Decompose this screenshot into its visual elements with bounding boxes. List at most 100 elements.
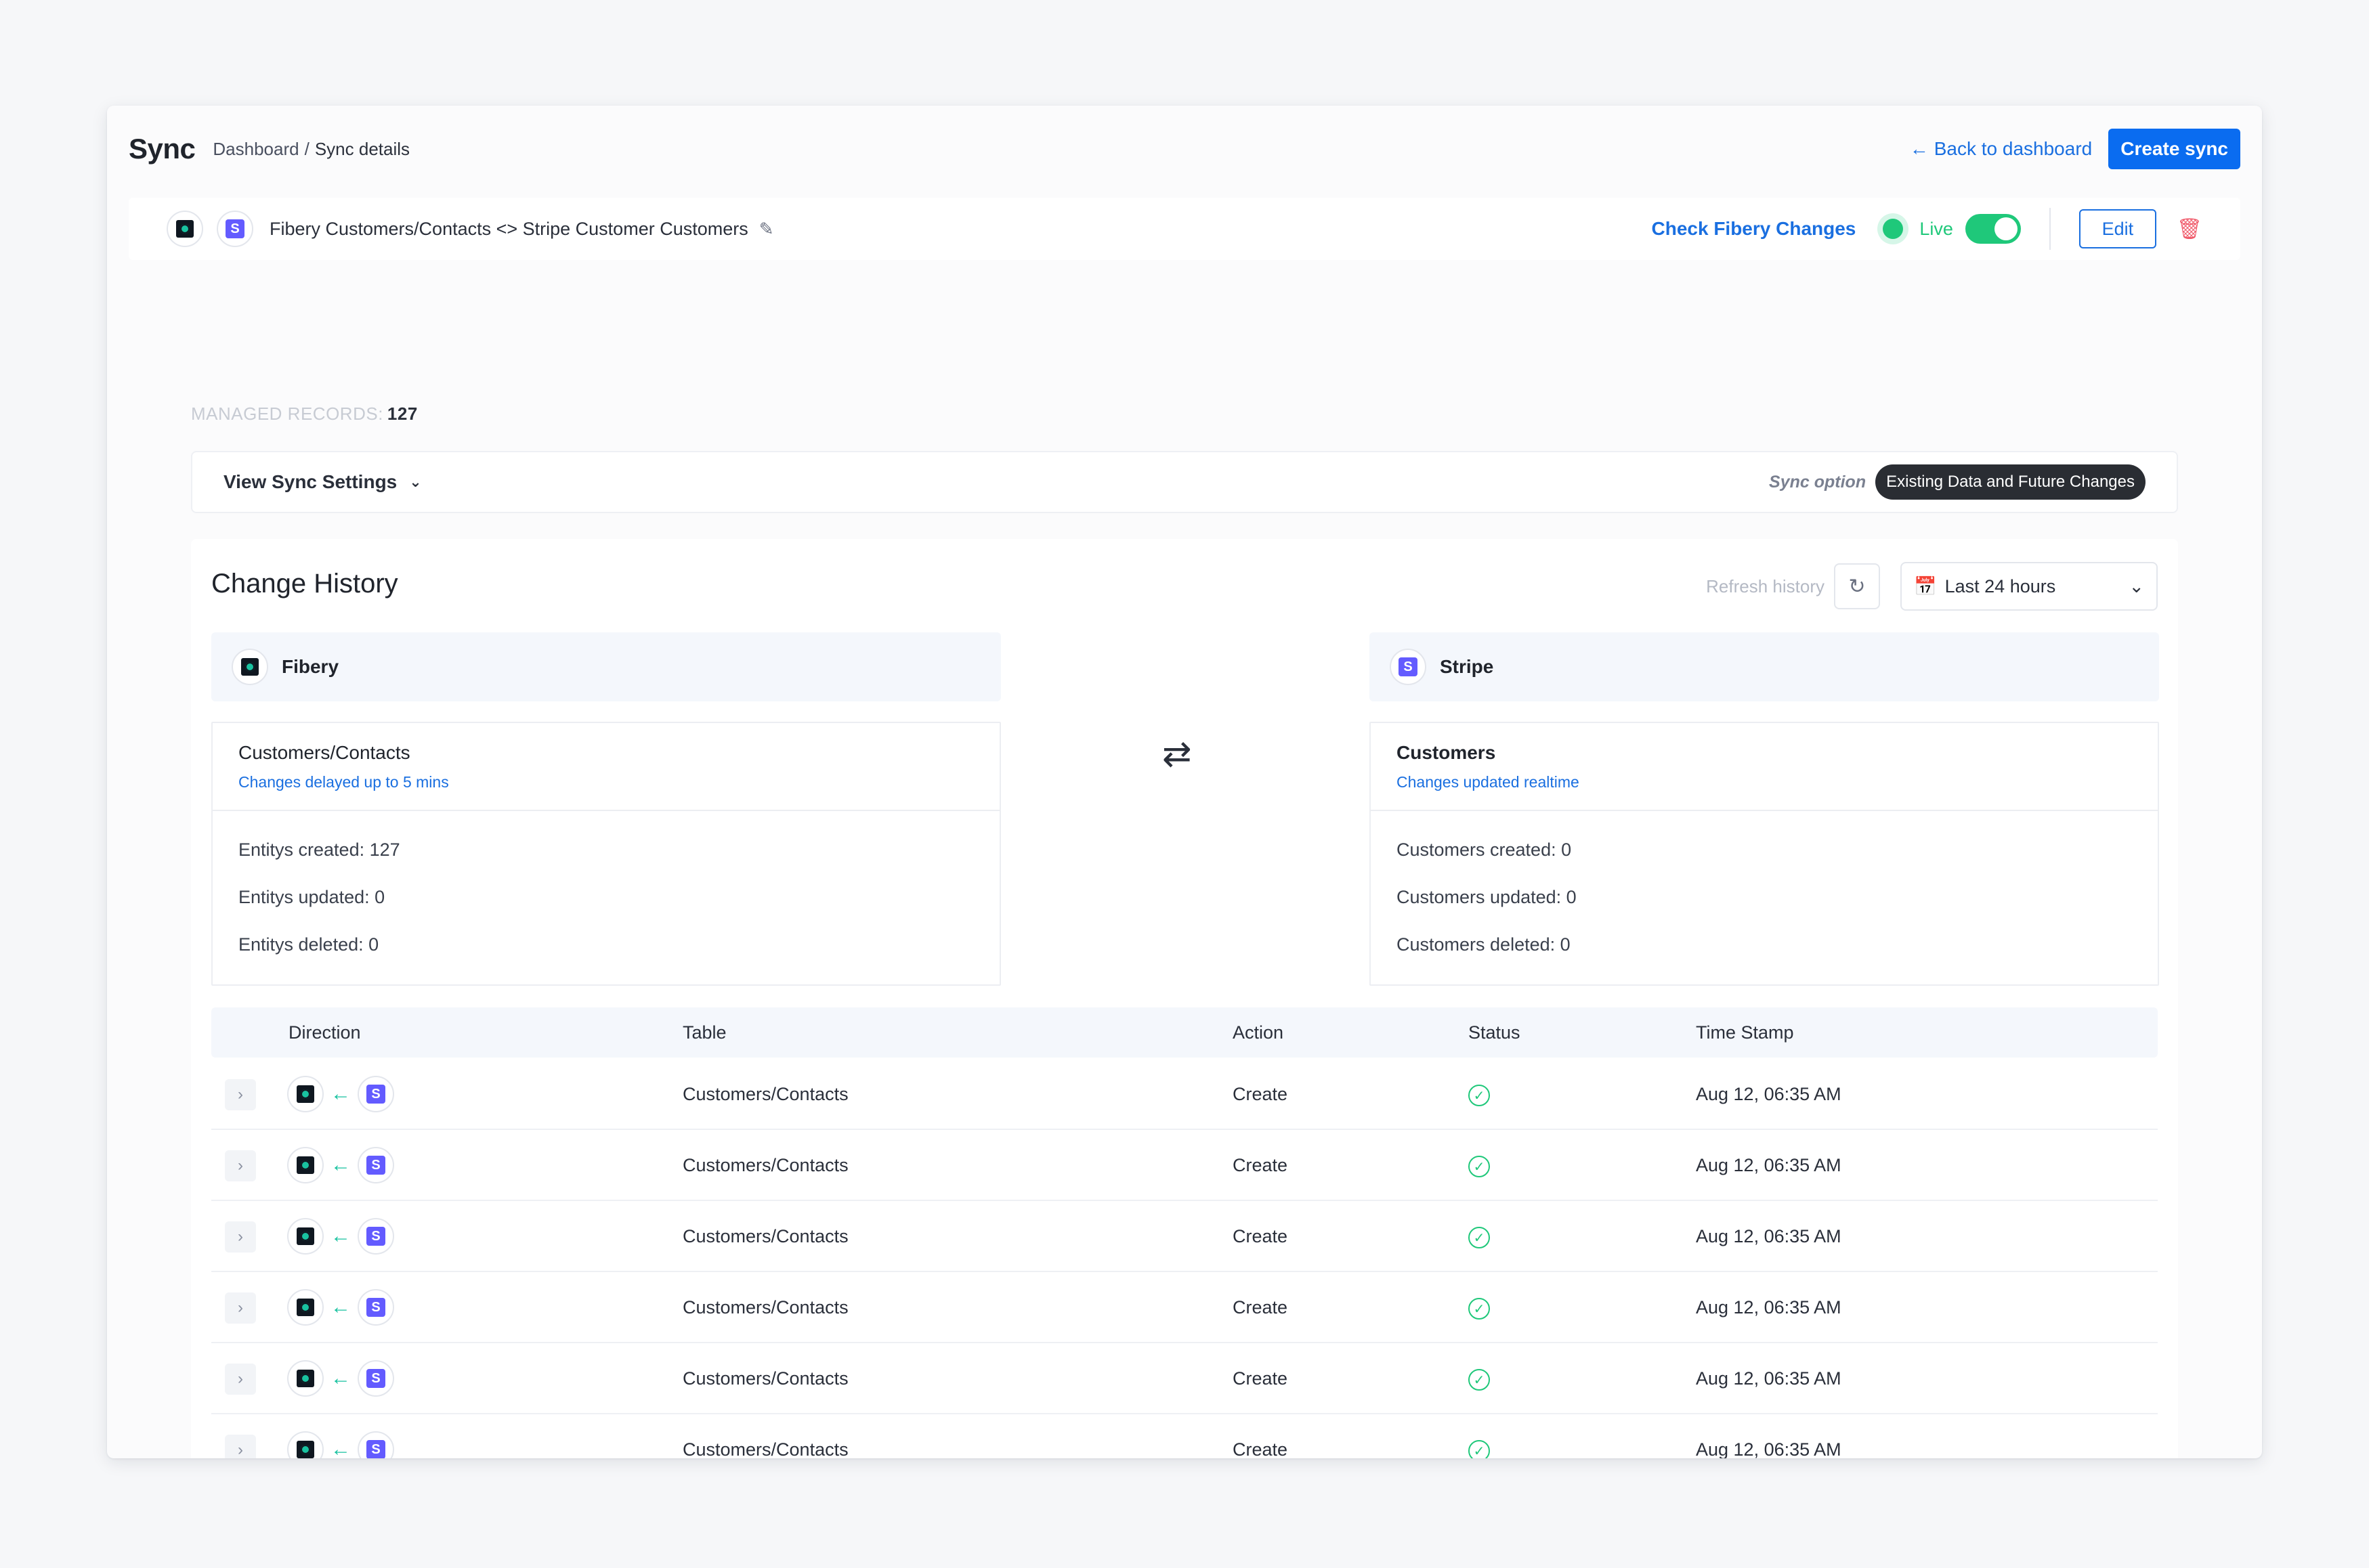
stripe-icon: S <box>366 1298 385 1317</box>
table-header: Direction Table Action Status Time Stamp <box>211 1007 2158 1058</box>
timestamp-cell: Aug 12, 06:35 AM <box>1696 1368 1841 1389</box>
trash-icon[interactable]: 🗑 <box>2177 217 2202 241</box>
stripe-logo: S <box>358 1076 394 1112</box>
direction-cell: ← S <box>287 1147 394 1183</box>
fibery-icon <box>297 1156 314 1174</box>
view-sync-settings-button[interactable]: View Sync Settings ⌄ <box>223 471 422 493</box>
stripe-logo: S <box>358 1360 394 1397</box>
fibery-logo <box>232 649 268 685</box>
stripe-icon: S <box>366 1085 385 1104</box>
pencil-icon[interactable]: ✎ <box>759 219 774 240</box>
stripe-change-note: Changes updated realtime <box>1396 773 1579 791</box>
direction-cell: ← S <box>287 1218 394 1255</box>
breadcrumb-dashboard[interactable]: Dashboard <box>213 139 299 160</box>
check-circle-icon: ✓ <box>1468 1156 1490 1177</box>
arrow-left-icon: ← <box>330 1083 351 1105</box>
column-action: Action <box>1233 1022 1284 1043</box>
expand-row-button[interactable]: › <box>225 1292 256 1324</box>
table-row: › ← S Customers/Contacts Create ✓ Aug 12… <box>211 1059 2158 1130</box>
check-circle-icon: ✓ <box>1468 1227 1490 1248</box>
stripe-logo: S <box>358 1218 394 1255</box>
expand-row-button[interactable]: › <box>225 1221 256 1253</box>
action-cell: Create <box>1233 1155 1288 1175</box>
arrow-left-icon: ← <box>330 1367 351 1389</box>
table-row: › ← S Customers/Contacts Create ✓ Aug 12… <box>211 1130 2158 1201</box>
change-history-panel: Change History Refresh history ↻ 📅 Last … <box>191 539 2178 1458</box>
stripe-logo: S <box>358 1289 394 1326</box>
back-to-dashboard-link[interactable]: ← Back to dashboard <box>1910 138 2093 160</box>
check-circle-icon: ✓ <box>1468 1369 1490 1391</box>
column-time-stamp: Time Stamp <box>1696 1022 1794 1043</box>
fibery-logo <box>287 1218 324 1255</box>
timestamp-cell: Aug 12, 06:35 AM <box>1696 1226 1841 1246</box>
live-status-icon <box>1877 213 1909 244</box>
stripe-deleted-stat: Customers deleted: 0 <box>1396 934 1571 955</box>
stripe-created-stat: Customers created: 0 <box>1396 840 1572 860</box>
fibery-icon <box>297 1299 314 1316</box>
column-table: Table <box>683 1022 727 1043</box>
sync-name: Fibery Customers/Contacts <> Stripe Cust… <box>270 218 748 239</box>
refresh-group: Refresh history ↻ <box>1706 563 1880 609</box>
sync-option-label: Sync option <box>1769 472 1866 492</box>
arrow-left-icon: ← <box>330 1154 351 1176</box>
fibery-icon <box>241 658 259 676</box>
table-row: › ← S Customers/Contacts Create ✓ Aug 12… <box>211 1343 2158 1414</box>
column-status: Status <box>1468 1022 1520 1043</box>
stripe-logo: S <box>358 1431 394 1458</box>
breadcrumb: Dashboard / Sync details <box>213 139 410 160</box>
sync-option-badge: Existing Data and Future Changes <box>1875 464 2146 500</box>
stripe-logo: S <box>1390 649 1426 685</box>
view-sync-settings-label: View Sync Settings <box>223 471 398 492</box>
arrow-left-icon: ← <box>330 1225 351 1247</box>
expand-row-button[interactable]: › <box>225 1150 256 1181</box>
back-to-dashboard-label: Back to dashboard <box>1934 138 2093 159</box>
check-fibery-changes-link[interactable]: Check Fibery Changes <box>1652 218 1856 240</box>
stripe-logo: S <box>358 1147 394 1183</box>
arrow-left-icon: ← <box>1909 138 1929 159</box>
edit-button[interactable]: Edit <box>2078 209 2156 248</box>
direction-cell: ← S <box>287 1076 394 1112</box>
direction-cell: ← S <box>287 1431 394 1458</box>
column-direction: Direction <box>289 1022 361 1043</box>
expand-row-button[interactable]: › <box>225 1364 256 1395</box>
direction-cell: ← S <box>287 1360 394 1397</box>
fibery-logo <box>167 211 203 247</box>
fibery-icon <box>297 1085 314 1103</box>
fibery-logo <box>287 1431 324 1458</box>
refresh-icon[interactable]: ↻ <box>1834 563 1880 609</box>
breadcrumb-separator: / <box>304 138 310 159</box>
live-toggle[interactable] <box>1965 214 2021 244</box>
table-cell: Customers/Contacts <box>683 1155 849 1175</box>
table-cell: Customers/Contacts <box>683 1439 849 1458</box>
check-circle-icon: ✓ <box>1468 1085 1490 1106</box>
timestamp-cell: Aug 12, 06:35 AM <box>1696 1297 1841 1317</box>
app-window: Sync Dashboard / Sync details ← Back to … <box>107 106 2262 1458</box>
calendar-icon: 📅 <box>1914 576 1937 596</box>
divider <box>213 810 1000 811</box>
managed-records: MANAGED RECORDS: 127 <box>191 404 418 424</box>
arrow-left-icon: ← <box>330 1438 351 1458</box>
date-range-select[interactable]: 📅 Last 24 hours ⌄ <box>1900 562 2158 611</box>
stripe-app-name: Stripe <box>1440 656 1494 677</box>
table-cell: Customers/Contacts <box>683 1084 849 1104</box>
divider <box>1371 810 2158 811</box>
app-title: Sync <box>129 133 196 165</box>
table-cell: Customers/Contacts <box>683 1297 849 1317</box>
managed-records-value: 127 <box>387 404 418 424</box>
timestamp-cell: Aug 12, 06:35 AM <box>1696 1155 1841 1175</box>
create-sync-button[interactable]: Create sync <box>2108 129 2240 169</box>
chevron-down-icon: ⌄ <box>2129 575 2144 596</box>
stripe-icon: S <box>366 1227 385 1246</box>
expand-row-button[interactable]: › <box>225 1079 256 1110</box>
sync-header: S Fibery Customers/Contacts <> Stripe Cu… <box>129 198 2240 260</box>
fibery-app-name: Fibery <box>282 656 339 677</box>
fibery-logo <box>287 1289 324 1326</box>
expand-row-button[interactable]: › <box>225 1435 256 1458</box>
managed-records-label: MANAGED RECORDS: <box>191 404 383 424</box>
arrow-left-icon: ← <box>330 1296 351 1318</box>
direction-cell: ← S <box>287 1289 394 1326</box>
timestamp-cell: Aug 12, 06:35 AM <box>1696 1439 1841 1458</box>
fibery-logo <box>287 1076 324 1112</box>
sync-settings-bar: View Sync Settings ⌄ Sync option Existin… <box>191 451 2178 513</box>
table-row: › ← S Customers/Contacts Create ✓ Aug 12… <box>211 1272 2158 1343</box>
